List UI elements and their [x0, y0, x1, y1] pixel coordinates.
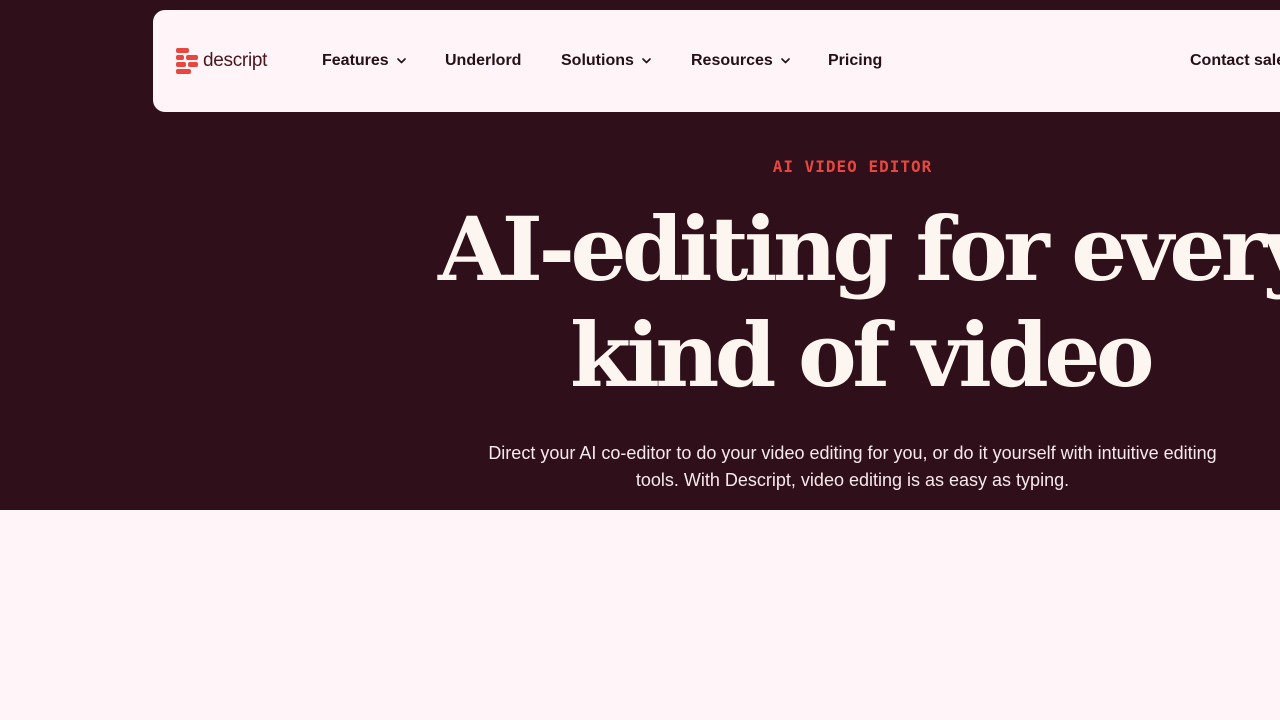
descript-logo[interactable]: descript [176, 48, 267, 74]
nav-item-solutions[interactable]: Solutions [561, 10, 651, 112]
chevron-down-icon [642, 58, 651, 64]
hero-eyebrow: AI VIDEO EDITOR [772, 157, 933, 176]
nav-item-pricing[interactable]: Pricing [828, 10, 882, 112]
descript-logo-icon [176, 48, 198, 74]
nav-item-features[interactable]: Features [322, 10, 406, 112]
below-hero-section [0, 510, 1280, 720]
nav-item-label: Features [322, 52, 389, 69]
hero-section: descript Features Underlord Solutions Re… [0, 0, 1280, 510]
top-navbar: descript Features Underlord Solutions Re… [153, 10, 1280, 112]
hero-headline-line-2: kind of video [570, 303, 1155, 407]
nav-item-label: Solutions [561, 52, 634, 69]
nav-item-label: Pricing [828, 52, 883, 69]
chevron-down-icon [781, 58, 790, 64]
logo-wordmark: descript [203, 50, 268, 71]
hero-headline-line-1: AI-editing for every [438, 197, 1280, 301]
chevron-down-icon [396, 58, 406, 64]
hero-subtext: Direct your AI co-editor to do your vide… [488, 443, 1217, 490]
hero-headline: AI-editing for every kind of video [425, 196, 1280, 408]
contact-sales-link[interactable]: Contact sale [1190, 10, 1280, 112]
nav-item-resources[interactable]: Resources [691, 10, 790, 112]
nav-item-label: Underlord [445, 52, 522, 69]
nav-item-underlord[interactable]: Underlord [445, 10, 521, 112]
nav-item-label: Resources [691, 52, 773, 69]
contact-sales-label: Contact sale [1190, 52, 1280, 69]
